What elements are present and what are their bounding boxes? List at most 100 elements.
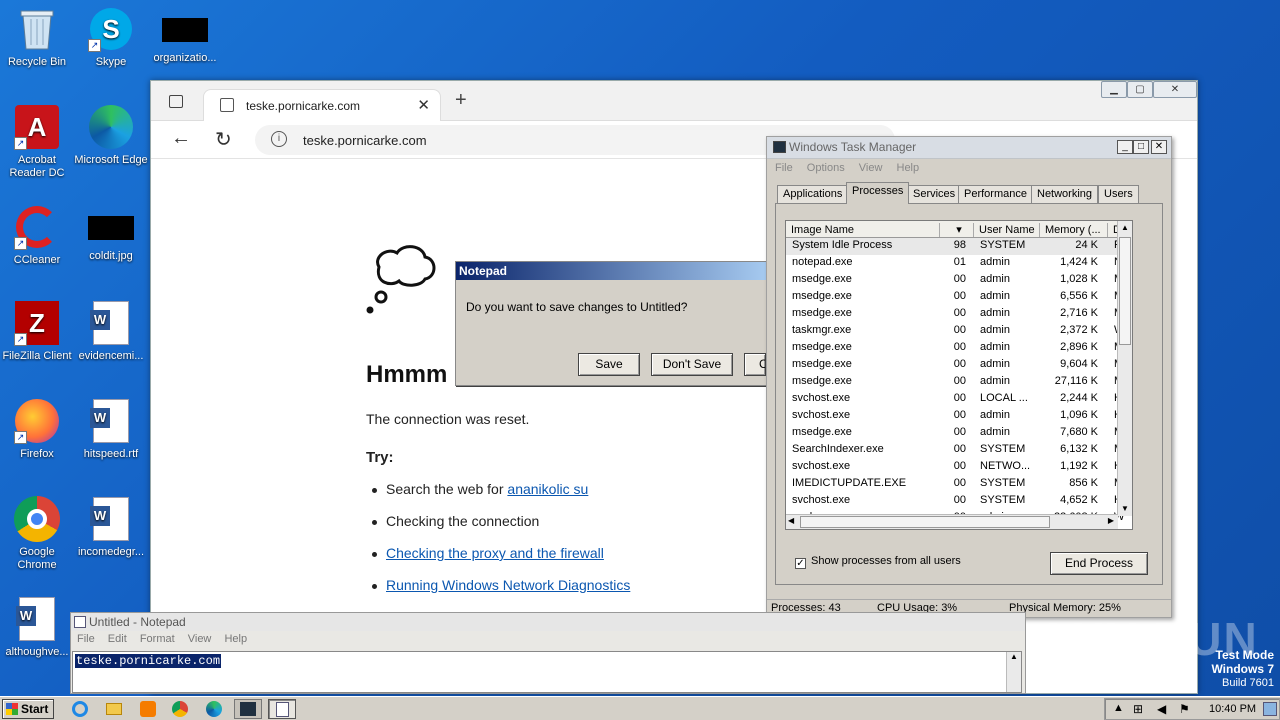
desktop-icon-coldit[interactable]: coldit.jpg <box>74 204 148 263</box>
minimize-button[interactable]: _ <box>1117 140 1133 154</box>
menu-help[interactable]: Help <box>897 162 920 174</box>
table-row[interactable]: svchost.exe00SYSTEM4,652 KH <box>786 493 1132 510</box>
minimize-button[interactable]: ▁ <box>1101 81 1127 98</box>
media-player-icon[interactable] <box>134 699 162 719</box>
table-row[interactable]: taskmgr.exe00admin2,372 KW <box>786 323 1132 340</box>
show-hidden-icons[interactable]: ▲ <box>1113 702 1124 714</box>
table-row[interactable]: msedge.exe00admin2,896 KM <box>786 340 1132 357</box>
column-user-name[interactable]: User Name <box>974 223 1040 237</box>
desktop-icon-recycle-bin[interactable]: Recycle Bin <box>0 6 74 69</box>
column-image-name[interactable]: Image Name <box>786 223 940 237</box>
maximize-button[interactable]: ▢ <box>1127 81 1153 98</box>
menu-format[interactable]: Format <box>140 633 175 645</box>
back-arrow-icon[interactable]: ← <box>171 127 191 150</box>
taskbar-notepad[interactable] <box>268 699 296 719</box>
show-all-processes-checkbox[interactable]: ✓ Show processes from all users <box>795 555 961 569</box>
table-row[interactable]: svchost.exe00NETWO...1,192 KH <box>786 459 1132 476</box>
scroll-thumb[interactable] <box>1119 237 1131 345</box>
close-tab-icon[interactable]: ✕ <box>417 96 430 114</box>
desktop-icon-hitspeed[interactable]: W hitspeed.rtf <box>74 398 148 461</box>
table-row[interactable]: svchost.exe00LOCAL ...2,244 KH <box>786 391 1132 408</box>
tab-performance[interactable]: Performance <box>958 185 1033 204</box>
proxy-firewall-link[interactable]: Checking the proxy and the firewall <box>386 545 604 561</box>
desktop-icon-filezilla[interactable]: Z ↗ FileZilla Client <box>0 300 74 363</box>
search-link[interactable]: ananikolic su <box>507 481 588 497</box>
table-row[interactable]: msedge.exe00admin6,556 KM <box>786 289 1132 306</box>
network-diagnostics-link[interactable]: Running Windows Network Diagnostics <box>386 577 630 593</box>
chrome-icon[interactable] <box>166 699 194 719</box>
horizontal-scrollbar[interactable]: ◀ ▶ <box>786 514 1118 529</box>
process-list[interactable]: Image Name ▾ User Name Memory (... D Sys… <box>785 220 1133 530</box>
save-button[interactable]: Save <box>578 353 640 376</box>
end-process-button[interactable]: End Process <box>1050 552 1148 575</box>
menu-options[interactable]: Options <box>807 162 845 174</box>
desktop-icon-evidencemi[interactable]: W evidencemi... <box>74 300 148 363</box>
browser-tab[interactable]: teske.pornicarke.com ✕ <box>203 89 441 121</box>
dont-save-button[interactable]: Don't Save <box>651 353 733 376</box>
menu-view[interactable]: View <box>188 633 212 645</box>
notepad-text-area[interactable]: teske.pornicarke.com ▲ <box>72 651 1022 693</box>
clock[interactable]: 10:40 PM <box>1209 703 1256 715</box>
scroll-thumb[interactable] <box>800 516 1050 528</box>
cancel-button[interactable]: C <box>744 353 766 376</box>
table-row[interactable]: msedge.exe00admin7,680 KM <box>786 425 1132 442</box>
table-row[interactable]: IMEDICTUPDATE.EXE00SYSTEM856 KM <box>786 476 1132 493</box>
table-row[interactable]: SearchIndexer.exe00SYSTEM6,132 KM <box>786 442 1132 459</box>
table-row[interactable]: svchost.exe00admin1,096 KH <box>786 408 1132 425</box>
table-row[interactable]: msedge.exe00admin9,604 KM <box>786 357 1132 374</box>
cell-name: svchost.exe <box>792 392 851 404</box>
tab-services[interactable]: Services <box>907 185 962 204</box>
desktop-icon-chrome[interactable]: Google Chrome <box>0 496 74 572</box>
menu-help[interactable]: Help <box>224 633 247 645</box>
network-icon[interactable]: ⊞ <box>1133 702 1143 716</box>
tab-users[interactable]: Users <box>1098 185 1139 204</box>
scroll-up-icon[interactable]: ▲ <box>1118 221 1132 235</box>
desktop-icon-incomedegr[interactable]: W incomedegr... <box>74 496 148 559</box>
reload-icon[interactable]: ↻ <box>215 127 232 152</box>
table-row[interactable]: msedge.exe00admin1,028 KM <box>786 272 1132 289</box>
close-button[interactable]: ✕ <box>1151 140 1167 154</box>
vertical-scrollbar[interactable]: ▲ ▼ <box>1117 221 1132 516</box>
desktop-icon-ccleaner[interactable]: ↗ CCleaner <box>0 204 74 267</box>
table-row[interactable]: msedge.exe00admin27,116 KM <box>786 374 1132 391</box>
tab-actions-icon[interactable] <box>169 95 183 108</box>
start-button[interactable]: Start <box>2 699 54 719</box>
menu-edit[interactable]: Edit <box>108 633 127 645</box>
menu-view[interactable]: View <box>859 162 883 174</box>
desktop-icon-althoughve[interactable]: W althoughve... <box>0 596 74 659</box>
volume-icon[interactable]: ◀ <box>1157 702 1166 716</box>
cell-cpu: 00 <box>953 477 966 489</box>
menu-file[interactable]: File <box>77 633 95 645</box>
taskbar-task-manager[interactable] <box>234 699 262 719</box>
action-center-flag-icon[interactable]: ⚑ <box>1179 702 1190 716</box>
table-row[interactable]: notepad.exe01admin1,424 KN <box>786 255 1132 272</box>
cell-name: msedge.exe <box>792 273 852 285</box>
cell-mem: 1,424 K <box>1060 256 1098 268</box>
scroll-right-icon[interactable]: ▶ <box>1108 516 1114 525</box>
scroll-down-icon[interactable]: ▼ <box>1118 502 1132 516</box>
close-button[interactable]: ✕ <box>1153 81 1197 98</box>
menu-file[interactable]: File <box>775 162 793 174</box>
tab-applications[interactable]: Applications <box>777 185 849 204</box>
new-tab-icon[interactable]: + <box>455 89 467 112</box>
desktop-icon-acrobat[interactable]: A ↗ Acrobat Reader DC <box>0 104 74 180</box>
tab-processes[interactable]: Processes <box>846 182 910 204</box>
table-row[interactable]: msedge.exe00admin2,716 KM <box>786 306 1132 323</box>
vertical-scrollbar[interactable]: ▲ <box>1006 652 1021 692</box>
show-desktop-button[interactable] <box>1263 702 1277 716</box>
folder-icon[interactable] <box>100 699 128 719</box>
maximize-button[interactable]: □ <box>1133 140 1149 154</box>
column-memory[interactable]: Memory (... <box>1040 223 1108 237</box>
edge-icon[interactable] <box>200 699 228 719</box>
scroll-left-icon[interactable]: ◀ <box>788 516 794 525</box>
desktop-icon-skype[interactable]: S ↗ Skype <box>74 6 148 69</box>
desktop-icon-organization[interactable]: organizatio... <box>148 6 222 65</box>
table-row[interactable]: System Idle Process98SYSTEM24 KPe <box>786 238 1132 255</box>
internet-explorer-icon[interactable] <box>66 699 94 719</box>
desktop-icon-edge[interactable]: Microsoft Edge <box>74 104 148 167</box>
sort-arrow-icon[interactable]: ▾ <box>940 223 974 237</box>
tab-networking[interactable]: Networking <box>1031 185 1099 204</box>
desktop-icon-firefox[interactable]: ↗ Firefox <box>0 398 74 461</box>
info-icon[interactable]: i <box>271 131 287 147</box>
cell-cpu: 00 <box>953 494 966 506</box>
